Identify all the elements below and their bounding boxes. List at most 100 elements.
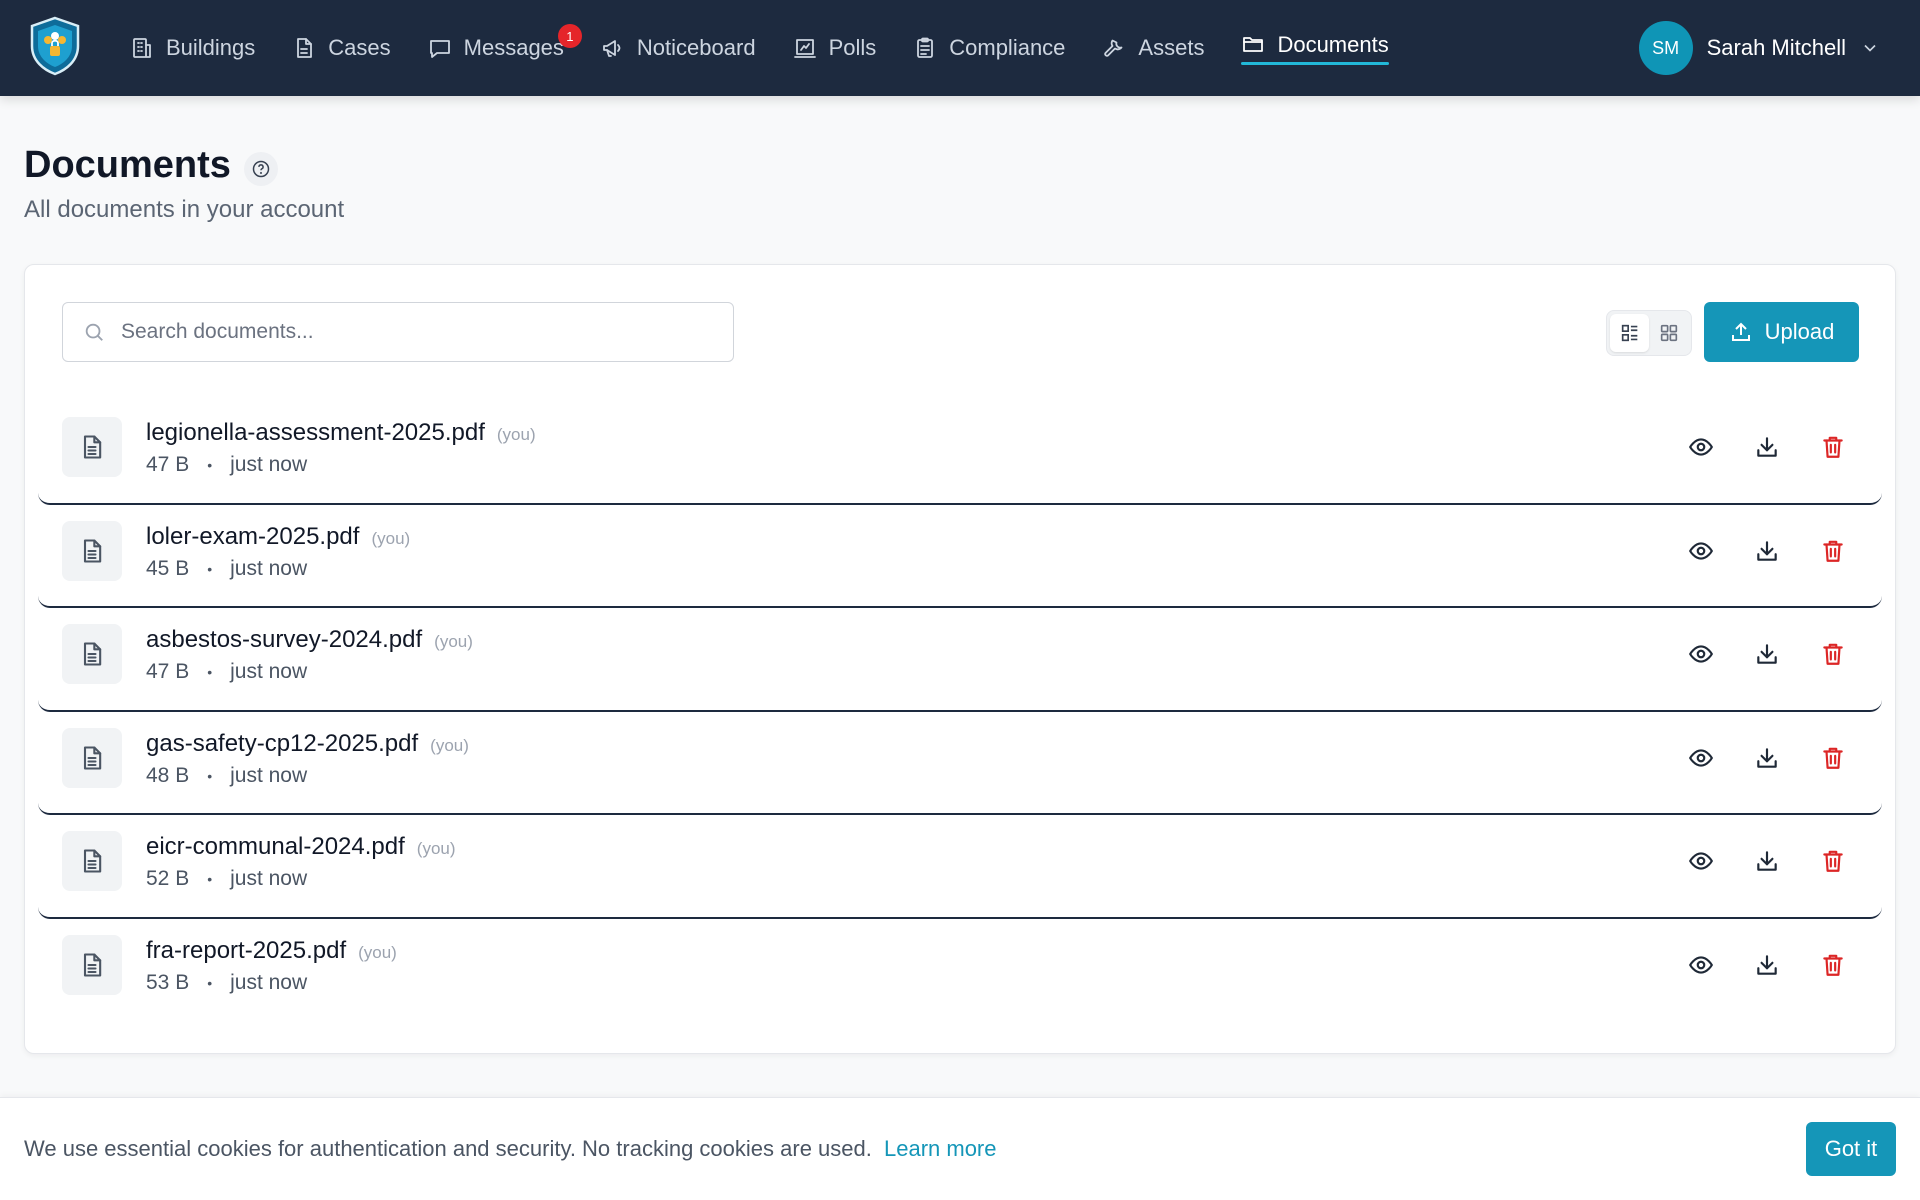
view-button[interactable] — [1684, 637, 1718, 671]
separator-dot: • — [207, 767, 213, 784]
owner-tag: (you) — [416, 839, 456, 858]
document-name[interactable]: legionella-assessment-2025.pdf — [146, 419, 485, 447]
nav-item-documents[interactable]: Documents — [1241, 0, 1390, 96]
delete-button[interactable] — [1816, 741, 1850, 775]
download-button[interactable] — [1750, 741, 1784, 775]
nav-item-cases[interactable]: Cases — [292, 0, 391, 96]
download-icon — [1757, 644, 1777, 664]
download-button[interactable] — [1750, 534, 1784, 568]
download-button[interactable] — [1750, 844, 1784, 878]
wrench-icon — [1104, 39, 1123, 57]
document-icon — [62, 417, 122, 477]
separator-dot: • — [207, 560, 213, 577]
nav-item-noticeboard[interactable]: Noticeboard — [601, 0, 756, 96]
delete-button[interactable] — [1816, 430, 1850, 464]
document-name[interactable]: fra-report-2025.pdf — [146, 937, 346, 965]
nav-label: Compliance — [949, 35, 1066, 60]
delete-button[interactable] — [1816, 844, 1850, 878]
folder-icon — [1243, 37, 1264, 52]
eye-icon — [1689, 748, 1713, 767]
view-button[interactable] — [1684, 430, 1718, 464]
view-button[interactable] — [1684, 534, 1718, 568]
upload-time: just now — [230, 453, 308, 476]
delete-button[interactable] — [1816, 948, 1850, 982]
got-it-button[interactable]: Got it — [1806, 1122, 1896, 1176]
search-icon — [85, 323, 103, 341]
download-button[interactable] — [1750, 430, 1784, 464]
app-logo[interactable] — [28, 16, 82, 76]
document-row[interactable]: asbestos-survey-2024.pdf (you) 47 B • just … — [38, 608, 1882, 712]
grid-view-button[interactable] — [1649, 314, 1688, 352]
eye-icon — [1689, 852, 1713, 870]
nav-label: Assets — [1138, 35, 1205, 60]
page-title: Documents — [24, 144, 231, 186]
trash-icon — [1823, 643, 1843, 665]
eye-icon — [1689, 541, 1713, 560]
document-name[interactable]: gas-safety-cp12-2025.pdf — [146, 730, 418, 758]
nav-label: Noticeboard — [636, 35, 756, 60]
document-name[interactable]: loler-exam-2025.pdf — [146, 523, 359, 551]
file-size: 48 B — [146, 763, 190, 787]
document-name[interactable]: eicr-communal-2024.pdf — [146, 833, 405, 861]
nav-item-buildings[interactable]: Buildings — [130, 0, 255, 96]
separator-dot: • — [207, 974, 213, 991]
poll-icon — [793, 39, 816, 58]
owner-tag: (you) — [371, 528, 411, 548]
upload-button[interactable]: Upload — [1704, 302, 1859, 362]
download-icon — [1757, 954, 1777, 975]
document-row[interactable]: loler-exam-2025.pdf (you) 45 B • just now — [38, 505, 1882, 608]
view-button[interactable] — [1684, 844, 1718, 878]
view-toggle — [1606, 310, 1692, 356]
view-button[interactable] — [1684, 741, 1718, 775]
page-subtitle: All documents in your account — [24, 196, 345, 223]
nav-label: Cases — [328, 35, 391, 60]
file-size: 53 B — [146, 970, 190, 994]
separator-dot: • — [207, 871, 213, 887]
nav-item-messages[interactable]: Messages 1 — [428, 0, 582, 96]
document-list: legionella-assessment-2025.pdf (you) 47 B… — [38, 401, 1882, 1022]
documents-card: Upload legionella-assessment-2025.pdf (yo… — [24, 264, 1896, 1054]
view-button[interactable] — [1684, 948, 1718, 982]
trash-icon — [1823, 436, 1843, 458]
list-view-button[interactable] — [1610, 314, 1649, 352]
user-menu[interactable]: SM Sarah Mitchell — [1638, 21, 1880, 75]
nav-item-compliance[interactable]: Compliance — [913, 0, 1065, 96]
upload-time: just now — [230, 660, 308, 683]
download-icon — [1757, 540, 1777, 561]
download-button[interactable] — [1750, 637, 1784, 671]
building-icon — [133, 38, 151, 58]
document-row[interactable]: fra-report-2025.pdf (you) 53 B • just now — [38, 919, 1882, 1023]
trash-icon — [1823, 747, 1843, 769]
search-input[interactable] — [121, 320, 681, 344]
document-icon — [62, 727, 122, 788]
document-row[interactable]: gas-safety-cp12-2025.pdf (you) 48 B • just … — [38, 712, 1882, 815]
upload-time: just now — [230, 970, 308, 994]
eye-icon — [1689, 645, 1713, 663]
help-icon[interactable] — [244, 152, 278, 186]
owner-tag: (you) — [358, 942, 397, 962]
nav-label: Messages — [463, 35, 564, 60]
eye-icon — [1689, 438, 1713, 456]
upload-icon — [1731, 322, 1750, 341]
user-name: Sarah Mitchell — [1706, 35, 1846, 60]
download-button[interactable] — [1750, 948, 1784, 982]
nav-item-assets[interactable]: Assets — [1102, 0, 1204, 96]
file-size: 45 B — [146, 556, 190, 580]
message-icon — [429, 40, 450, 58]
document-row[interactable]: legionella-assessment-2025.pdf (you) 47 B… — [38, 401, 1882, 505]
cookie-banner: We use essential cookies for authenticat… — [0, 1097, 1920, 1200]
document-icon — [62, 831, 122, 891]
trash-icon — [1823, 954, 1843, 976]
learn-more-link[interactable]: Learn more — [884, 1136, 997, 1161]
file-icon — [297, 38, 313, 58]
delete-button[interactable] — [1816, 534, 1850, 568]
separator-dot: • — [207, 457, 213, 473]
delete-button[interactable] — [1816, 637, 1850, 671]
megaphone-icon — [603, 40, 621, 57]
document-row[interactable]: eicr-communal-2024.pdf (you) 52 B • just no… — [38, 815, 1882, 919]
owner-tag: (you) — [496, 425, 536, 444]
document-name[interactable]: asbestos-survey-2024.pdf — [146, 626, 422, 654]
file-size: 47 B — [146, 660, 190, 683]
nav-item-polls[interactable]: Polls — [793, 0, 876, 96]
unread-badge: 1 — [557, 24, 582, 48]
